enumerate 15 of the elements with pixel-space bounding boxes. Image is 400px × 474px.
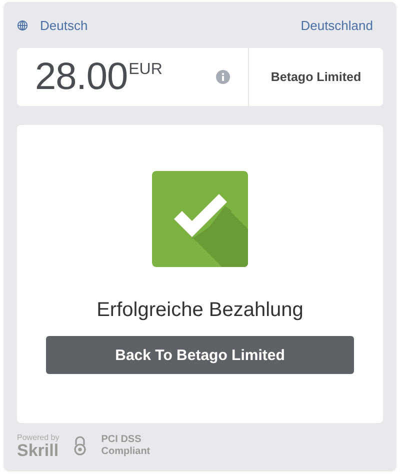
success-message: Erfolgreiche Bezahlung [96,299,304,322]
info-icon[interactable] [216,70,230,84]
success-check-icon [152,171,248,267]
language-link[interactable]: Deutsch [40,18,88,32]
powered-by-text: Powered by [17,433,60,442]
country-link[interactable]: Deutschland [300,18,373,32]
brand-logo: Skrill [17,442,59,459]
pci-dss-label: PCI DSS [101,434,142,446]
compliant-label: Compliant [101,446,150,458]
currency-label: EUR [128,61,162,79]
back-button[interactable]: Back To Betago Limited [46,336,354,374]
merchant-name: Betago Limited [270,68,362,86]
globe-icon [17,20,28,30]
amount-value: 28.00 [35,56,128,98]
padlock-icon [73,436,88,456]
